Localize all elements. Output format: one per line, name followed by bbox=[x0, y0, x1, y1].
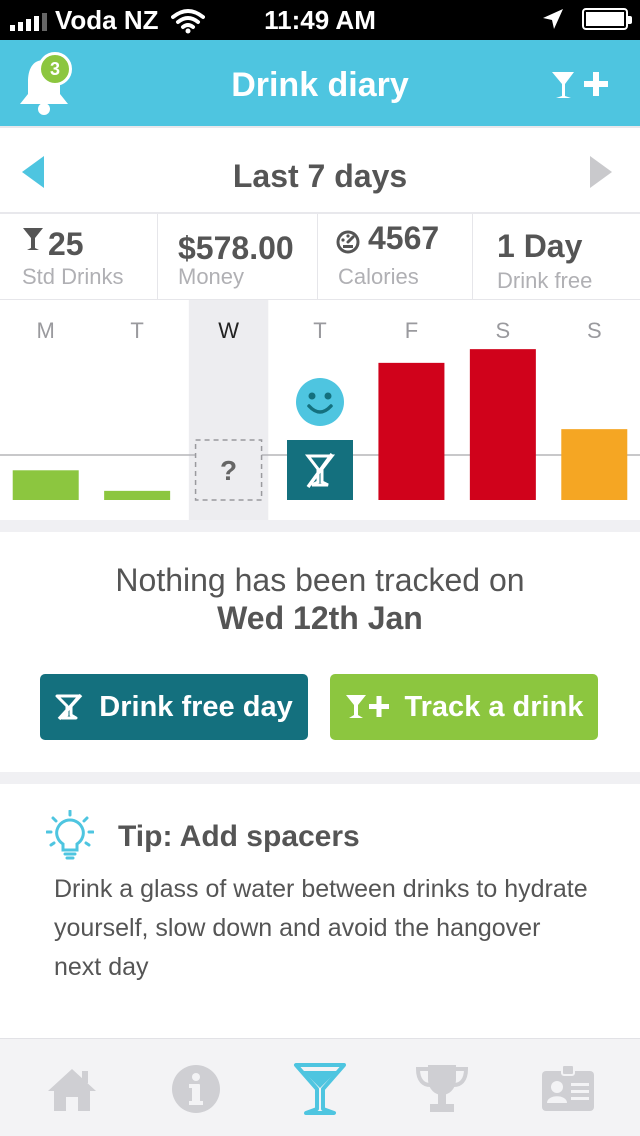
smiley-face-icon bbox=[296, 378, 344, 426]
stat-drink-free: 1 Day Drink free bbox=[473, 214, 640, 299]
drink-free-icon bbox=[55, 693, 83, 721]
drink-free-label: Drink free bbox=[497, 268, 593, 293]
stat-calories: 4567 Calories bbox=[318, 214, 473, 299]
track-drink-label: Track a drink bbox=[404, 690, 584, 723]
weekly-chart: M T W? T F S S bbox=[0, 300, 640, 522]
std-drinks-value: 25 bbox=[48, 226, 84, 262]
nothing-tracked-text: Nothing has been tracked on bbox=[115, 562, 525, 598]
section-divider bbox=[0, 520, 640, 532]
untracked-day-mark: ? bbox=[220, 455, 237, 486]
day-label: F bbox=[405, 318, 418, 343]
home-icon[interactable] bbox=[44, 1061, 100, 1117]
next-period-icon[interactable] bbox=[590, 156, 612, 188]
drink-free-value: 1 Day bbox=[497, 228, 583, 264]
day-label: T bbox=[313, 318, 326, 343]
day-bar bbox=[561, 429, 628, 500]
info-icon[interactable] bbox=[168, 1061, 224, 1117]
day-label: S bbox=[587, 318, 602, 343]
stat-money: $578.00 Money bbox=[158, 214, 318, 299]
calories-value: 4567 bbox=[368, 220, 440, 256]
trophy-icon[interactable] bbox=[414, 1061, 470, 1117]
day-label: M bbox=[37, 318, 55, 343]
selected-date: Wed 12th Jan bbox=[217, 600, 423, 636]
add-drink-icon bbox=[345, 695, 389, 718]
day-label: W bbox=[218, 318, 239, 343]
drink-free-day-label: Drink free day bbox=[99, 690, 293, 723]
period-selector: Last 7 days bbox=[0, 126, 640, 214]
calories-label: Calories bbox=[338, 264, 419, 289]
page-title: Drink diary bbox=[231, 66, 409, 104]
drink-free-day-button[interactable]: Drink free day bbox=[40, 674, 308, 740]
day-label: S bbox=[496, 318, 511, 343]
day-bar bbox=[469, 349, 536, 500]
smiley-eye bbox=[324, 392, 332, 400]
add-drink-icon[interactable] bbox=[550, 68, 610, 102]
tip-body: Drink a glass of water between drinks to… bbox=[54, 875, 588, 981]
cocktail-icon[interactable] bbox=[292, 1061, 348, 1117]
money-value: $578.00 bbox=[178, 230, 294, 266]
calorie-gauge-icon bbox=[336, 230, 360, 254]
tip-title: Tip: Add spacers bbox=[118, 820, 360, 853]
lightbulb-icon bbox=[46, 810, 94, 860]
money-label: Money bbox=[178, 264, 245, 289]
cocktail-glass-icon bbox=[23, 228, 43, 250]
profile-card-icon[interactable] bbox=[540, 1061, 596, 1117]
status-bar: Voda NZ 11:49 AM bbox=[0, 0, 640, 40]
battery-icon bbox=[582, 8, 632, 30]
smiley-eye bbox=[308, 392, 316, 400]
nav-bar: 3 Drink diary bbox=[0, 40, 640, 126]
status-right bbox=[542, 8, 632, 30]
stats-row: 25 Std Drinks $578.00 Money 4567 Calorie… bbox=[0, 214, 640, 300]
tip-card: Tip: Add spacers Drink a glass of water … bbox=[0, 784, 640, 1038]
section-divider bbox=[0, 772, 640, 784]
day-bar bbox=[378, 362, 445, 500]
track-drink-button[interactable]: Track a drink bbox=[330, 674, 598, 740]
stat-std-drinks: 25 Std Drinks bbox=[0, 214, 158, 299]
period-label: Last 7 days bbox=[232, 158, 408, 194]
tab-bar bbox=[0, 1038, 640, 1136]
day-bar bbox=[104, 490, 171, 500]
weekly-chart-svg: M T W? T F S S bbox=[0, 300, 640, 520]
day-label: T bbox=[130, 318, 143, 343]
location-arrow-icon bbox=[543, 9, 563, 29]
day-detail: Nothing has been tracked on Wed 12th Jan… bbox=[0, 532, 640, 772]
std-drinks-label: Std Drinks bbox=[22, 264, 124, 289]
day-bar bbox=[12, 470, 79, 500]
